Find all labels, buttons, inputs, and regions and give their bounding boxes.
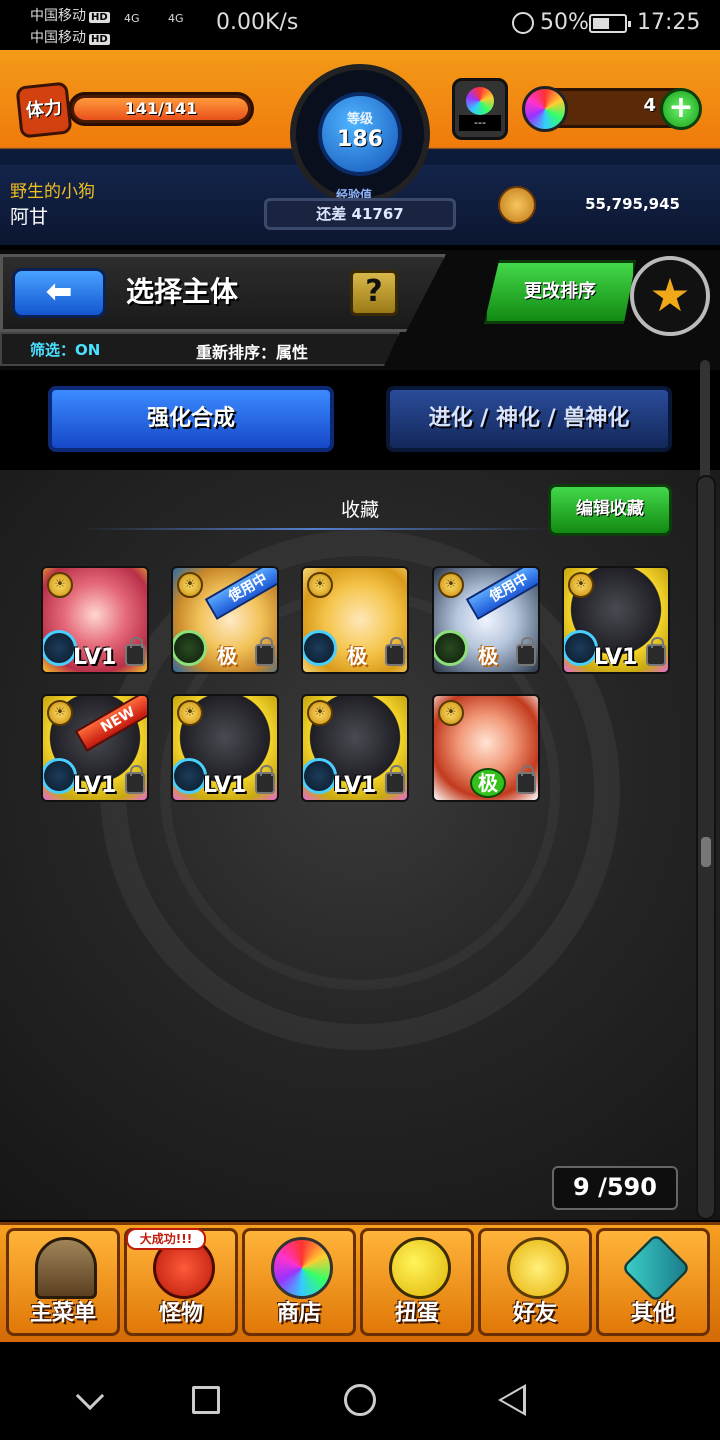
lock-icon[interactable] bbox=[125, 765, 145, 794]
nav-shop[interactable]: 商店 bbox=[242, 1228, 356, 1336]
sun-icon: ☀ bbox=[568, 572, 594, 598]
carrier-1: 中国移动 HD bbox=[30, 8, 110, 24]
nav-gacha[interactable]: 扭蛋 bbox=[360, 1228, 474, 1336]
sun-icon: ☀ bbox=[177, 572, 203, 598]
filter-toggle[interactable]: 筛选：ON bbox=[30, 339, 100, 360]
orb-icon bbox=[271, 1237, 333, 1299]
gem-count: 4 bbox=[643, 95, 656, 116]
lock-icon[interactable] bbox=[255, 765, 275, 794]
sun-icon: ☀ bbox=[47, 572, 73, 598]
monster-card[interactable]: ☀ LV1 bbox=[171, 694, 279, 802]
nav-main-menu[interactable]: 主菜单 bbox=[6, 1228, 120, 1336]
stone-machine-icon[interactable]: --- bbox=[452, 78, 508, 140]
sun-icon: ☀ bbox=[438, 700, 464, 726]
stamina-value: 141/141 bbox=[124, 99, 198, 118]
lock-icon[interactable] bbox=[646, 637, 666, 666]
monster-badge: 大成功!!! bbox=[126, 1228, 206, 1250]
coin-icon bbox=[498, 186, 536, 224]
element-icon bbox=[303, 630, 337, 666]
alarm-icon bbox=[512, 12, 534, 34]
monster-card[interactable]: ☀ 极 bbox=[432, 694, 540, 802]
back-nav-button[interactable] bbox=[498, 1384, 526, 1416]
sort-option[interactable]: 重新排序：属性 bbox=[196, 339, 308, 363]
gate-icon bbox=[35, 1237, 97, 1299]
tab-evolve[interactable]: 进化 / 神化 / 兽神化 bbox=[386, 386, 672, 452]
sun-icon: ☀ bbox=[47, 700, 73, 726]
nav-friends[interactable]: 好友 bbox=[478, 1228, 592, 1336]
exp-remaining: 还差 41767 bbox=[264, 198, 456, 230]
page-title: 选择主体 bbox=[126, 275, 239, 308]
monster-card[interactable]: ☀ LV1 bbox=[41, 566, 149, 674]
egg-icon bbox=[389, 1237, 451, 1299]
friends-icon bbox=[507, 1237, 569, 1299]
ultimate-badge: 极 bbox=[470, 768, 506, 798]
question-diamond-icon bbox=[620, 1232, 692, 1304]
clock: 17:25 bbox=[637, 10, 701, 35]
box-count: 9 /590 bbox=[552, 1166, 678, 1210]
gem-icon bbox=[522, 86, 568, 132]
edit-favorites-button[interactable]: 编辑收藏 bbox=[548, 484, 672, 536]
battery-percent: 50% bbox=[540, 10, 589, 35]
monster-card[interactable]: ☀ LV1 bbox=[562, 566, 670, 674]
monster-card[interactable]: ☀ 使用中极 bbox=[171, 566, 279, 674]
signal-icon-2: 4G bbox=[168, 12, 184, 25]
rank-value: 186 bbox=[337, 127, 383, 152]
rank-label: 等级 bbox=[346, 112, 373, 127]
stamina-icon: 体力 bbox=[15, 81, 73, 139]
element-icon bbox=[564, 630, 598, 666]
signal-icon-1: 4G bbox=[124, 12, 140, 25]
level-label: LV1 bbox=[203, 773, 247, 798]
lock-icon[interactable] bbox=[125, 637, 145, 666]
lock-icon[interactable] bbox=[516, 637, 536, 666]
scrollbar[interactable] bbox=[696, 475, 716, 1220]
lock-icon[interactable] bbox=[516, 765, 536, 794]
battery-icon bbox=[589, 14, 631, 33]
back-button[interactable]: ⬅ bbox=[12, 268, 106, 318]
level-label: LV1 bbox=[594, 645, 638, 670]
element-icon bbox=[173, 758, 207, 794]
carrier-2: 中国移动 HD bbox=[30, 30, 110, 46]
top-scrollbar[interactable] bbox=[700, 360, 710, 480]
ultimate-badge: 极 bbox=[347, 644, 367, 668]
monster-card[interactable]: ☀ 使用中极 bbox=[432, 566, 540, 674]
sun-icon: ☀ bbox=[177, 700, 203, 726]
level-label: LV1 bbox=[73, 645, 117, 670]
monster-card[interactable]: ☀ 极 bbox=[301, 566, 409, 674]
favorite-star-button[interactable]: ★ bbox=[630, 256, 710, 336]
coin-value: 55,795,945 bbox=[585, 195, 680, 213]
home-button[interactable] bbox=[344, 1384, 376, 1416]
help-button[interactable]: ? bbox=[350, 270, 398, 316]
recents-button[interactable] bbox=[192, 1386, 220, 1414]
player-name: 阿甘 bbox=[10, 206, 49, 228]
element-icon bbox=[43, 758, 77, 794]
player-title: 野生的小狗 bbox=[10, 182, 95, 202]
lock-icon[interactable] bbox=[255, 637, 275, 666]
lock-icon[interactable] bbox=[385, 765, 405, 794]
add-gems-button[interactable]: + bbox=[660, 88, 702, 130]
element-icon bbox=[434, 630, 468, 666]
sun-icon: ☀ bbox=[307, 700, 333, 726]
change-sort-button[interactable]: 更改排序 bbox=[484, 260, 636, 324]
status-bar: 中国移动 HD 中国移动 HD 4G 4G 0.00K/s 50% 17:25 bbox=[0, 0, 720, 50]
element-icon bbox=[173, 630, 207, 666]
tab-strengthen[interactable]: 强化合成 bbox=[48, 386, 334, 452]
rank-gauge[interactable]: 等级 186 bbox=[290, 64, 430, 204]
monster-card[interactable]: ☀ NEW LV1 bbox=[41, 694, 149, 802]
element-icon bbox=[43, 630, 77, 666]
lock-icon[interactable] bbox=[385, 637, 405, 666]
nav-other[interactable]: 其他 bbox=[596, 1228, 710, 1336]
section-title: 收藏 bbox=[340, 499, 379, 521]
ultimate-badge: 极 bbox=[217, 644, 237, 668]
scroll-handle[interactable] bbox=[701, 837, 711, 867]
network-speed: 0.00K/s bbox=[216, 10, 299, 35]
sun-icon: ☀ bbox=[307, 572, 333, 598]
ultimate-badge: 极 bbox=[478, 644, 498, 668]
level-label: LV1 bbox=[73, 773, 117, 798]
stamina-bar[interactable]: 141/141 bbox=[68, 92, 254, 126]
monster-card[interactable]: ☀ LV1 bbox=[301, 694, 409, 802]
sun-icon: ☀ bbox=[438, 572, 464, 598]
element-icon bbox=[303, 758, 337, 794]
level-label: LV1 bbox=[333, 773, 377, 798]
